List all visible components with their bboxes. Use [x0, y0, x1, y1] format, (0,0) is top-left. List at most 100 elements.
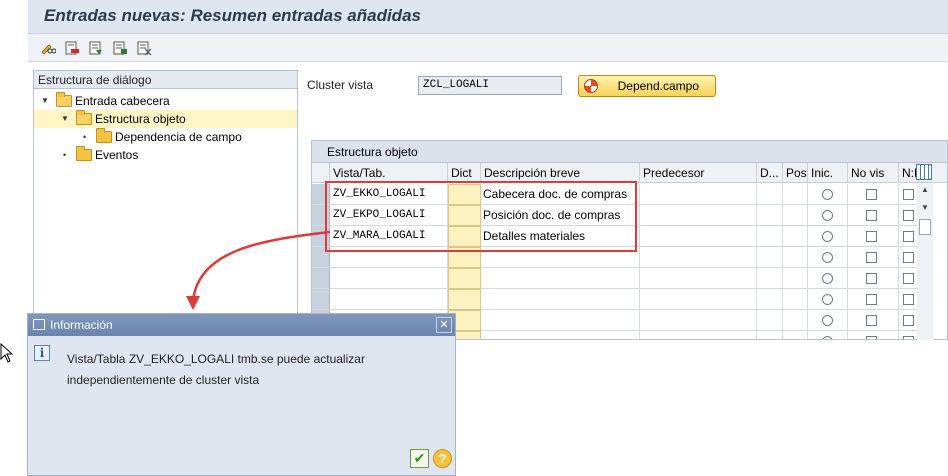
- vista-cell[interactable]: [330, 289, 448, 310]
- d-cell[interactable]: [757, 247, 783, 268]
- no-vis-checkbox[interactable]: [866, 252, 877, 263]
- predecesor-cell[interactable]: [640, 226, 757, 247]
- no-vis-cell[interactable]: [848, 205, 899, 226]
- select-all-column-header[interactable]: [312, 163, 330, 183]
- column-header-vista[interactable]: Vista/Tab.: [330, 163, 448, 183]
- row-selector[interactable]: [312, 289, 330, 310]
- vista-cell[interactable]: [330, 268, 448, 289]
- no-vis-checkbox[interactable]: [866, 294, 877, 305]
- column-header-inic[interactable]: Inic.: [808, 163, 848, 183]
- no-vis-cell[interactable]: [848, 331, 899, 339]
- inic-radio[interactable]: [822, 231, 833, 242]
- inic-radio[interactable]: [822, 273, 833, 284]
- depend-campo-button[interactable]: Depend.campo: [578, 75, 716, 97]
- no-vis-checkbox[interactable]: [866, 315, 877, 326]
- column-header-pos[interactable]: Pos: [783, 163, 808, 183]
- d-cell[interactable]: [757, 205, 783, 226]
- nm-checkbox[interactable]: [903, 252, 914, 263]
- tree-item-entrada-cabecera[interactable]: ▼ Entrada cabecera: [34, 92, 297, 110]
- inic-radio[interactable]: [822, 336, 833, 339]
- no-vis-cell[interactable]: [848, 247, 899, 268]
- table-settings-icon[interactable]: [916, 164, 932, 180]
- predecesor-cell[interactable]: [640, 289, 757, 310]
- expanded-triangle-icon[interactable]: ▼: [41, 92, 49, 110]
- predecesor-cell[interactable]: [640, 268, 757, 289]
- description-cell[interactable]: [481, 268, 640, 289]
- close-icon[interactable]: ✕: [436, 317, 452, 333]
- no-vis-checkbox[interactable]: [866, 273, 877, 284]
- no-vis-cell[interactable]: [848, 184, 899, 205]
- nm-checkbox[interactable]: [903, 231, 914, 242]
- dict-cell[interactable]: [448, 289, 481, 310]
- d-cell[interactable]: [757, 331, 783, 339]
- pos-cell[interactable]: [783, 247, 808, 268]
- row-selector[interactable]: [312, 268, 330, 289]
- inic-radio[interactable]: [822, 252, 833, 263]
- no-vis-cell[interactable]: [848, 226, 899, 247]
- nm-checkbox[interactable]: [903, 315, 914, 326]
- predecesor-cell[interactable]: [640, 205, 757, 226]
- expanded-triangle-icon[interactable]: ▼: [61, 110, 69, 128]
- scroll-down-icon[interactable]: ▼: [917, 201, 933, 215]
- inic-radio[interactable]: [822, 294, 833, 305]
- nm-cell[interactable]: [899, 268, 919, 289]
- d-cell[interactable]: [757, 310, 783, 331]
- nm-cell[interactable]: [899, 226, 919, 247]
- pos-cell[interactable]: [783, 268, 808, 289]
- no-vis-cell[interactable]: [848, 289, 899, 310]
- inic-radio[interactable]: [822, 189, 833, 200]
- predecesor-cell[interactable]: [640, 184, 757, 205]
- help-button[interactable]: ?: [433, 449, 452, 468]
- inic-cell[interactable]: [808, 205, 848, 226]
- nm-cell[interactable]: [899, 310, 919, 331]
- d-cell[interactable]: [757, 289, 783, 310]
- column-header-dict[interactable]: Dict: [448, 163, 481, 183]
- no-vis-checkbox[interactable]: [866, 336, 877, 339]
- nm-checkbox[interactable]: [903, 210, 914, 221]
- no-vis-cell[interactable]: [848, 310, 899, 331]
- nm-cell[interactable]: [899, 331, 919, 339]
- description-cell[interactable]: [481, 310, 640, 331]
- pos-cell[interactable]: [783, 226, 808, 247]
- pos-cell[interactable]: [783, 310, 808, 331]
- column-header-d[interactable]: D...: [757, 163, 783, 183]
- inic-cell[interactable]: [808, 184, 848, 205]
- dict-cell[interactable]: [448, 268, 481, 289]
- pos-cell[interactable]: [783, 184, 808, 205]
- predecesor-cell[interactable]: [640, 247, 757, 268]
- cluster-vista-field[interactable]: ZCL_LOGALI: [418, 76, 562, 95]
- nm-checkbox[interactable]: [903, 294, 914, 305]
- inic-cell[interactable]: [808, 331, 848, 339]
- select-block-icon[interactable]: [112, 40, 128, 56]
- confirm-button[interactable]: ✔: [410, 449, 429, 468]
- tree-item-estructura-objeto[interactable]: ▼ Estructura objeto: [34, 110, 297, 128]
- no-vis-checkbox[interactable]: [866, 210, 877, 221]
- grid-vertical-scrollbar[interactable]: ▲ ▼: [917, 183, 933, 340]
- deselect-all-icon[interactable]: [136, 40, 152, 56]
- d-cell[interactable]: [757, 184, 783, 205]
- scrollbar-thumb[interactable]: [919, 219, 931, 235]
- scroll-up-icon[interactable]: ▲: [917, 183, 933, 197]
- column-header-predecesor[interactable]: Predecesor: [640, 163, 757, 183]
- pos-cell[interactable]: [783, 331, 808, 339]
- pencil-glasses-icon[interactable]: [40, 40, 56, 56]
- no-vis-cell[interactable]: [848, 268, 899, 289]
- nm-checkbox[interactable]: [903, 189, 914, 200]
- inic-cell[interactable]: [808, 289, 848, 310]
- description-cell[interactable]: [481, 289, 640, 310]
- inic-radio[interactable]: [822, 210, 833, 221]
- nm-cell[interactable]: [899, 205, 919, 226]
- column-header-descripcion[interactable]: Descripción breve: [481, 163, 640, 183]
- pos-cell[interactable]: [783, 289, 808, 310]
- inic-cell[interactable]: [808, 226, 848, 247]
- nm-cell[interactable]: [899, 289, 919, 310]
- tree-item-eventos[interactable]: • Eventos: [34, 146, 297, 164]
- d-cell[interactable]: [757, 268, 783, 289]
- column-header-no-vis[interactable]: No vis: [848, 163, 899, 183]
- description-cell[interactable]: [481, 331, 640, 339]
- inic-radio[interactable]: [822, 315, 833, 326]
- d-cell[interactable]: [757, 226, 783, 247]
- no-vis-checkbox[interactable]: [866, 189, 877, 200]
- inic-cell[interactable]: [808, 268, 848, 289]
- inic-cell[interactable]: [808, 247, 848, 268]
